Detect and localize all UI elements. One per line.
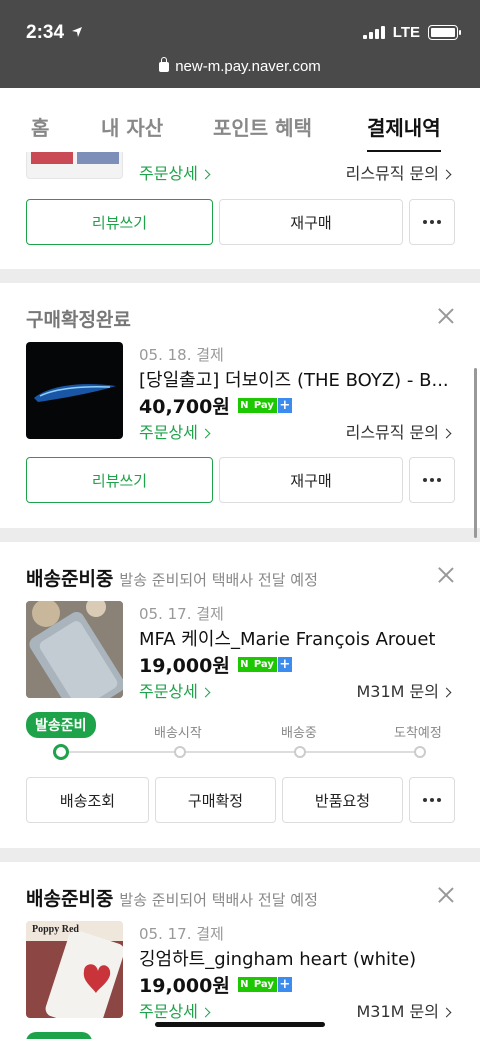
tab-bar: 홈 내 자산 포인트 혜택 결제내역 <box>0 88 480 153</box>
order-card: 주문상세 리스뮤직 문의 리뷰쓰기 재구매 <box>0 152 480 269</box>
close-icon[interactable] <box>438 567 454 583</box>
tracker-dot <box>294 746 306 758</box>
payment-date: 05. 17. 결제 <box>139 925 224 943</box>
home-indicator[interactable] <box>155 1022 325 1027</box>
tracker-dot-current <box>53 744 69 760</box>
review-button[interactable]: 리뷰쓰기 <box>26 199 213 245</box>
purchase-confirm-button[interactable]: 구매확정 <box>155 777 276 823</box>
seller-inquiry-link[interactable]: 리스뮤직 문의 <box>346 419 452 443</box>
npay-badge: N Pay + <box>237 657 292 672</box>
order-detail-link[interactable]: 주문상세 <box>139 419 211 443</box>
product-thumbnail[interactable]: Poppy Red <box>26 921 123 1018</box>
tab-point-benefits[interactable]: 포인트 혜택 <box>213 112 312 141</box>
product-name[interactable]: 깅엄하트_gingham heart (white) <box>139 945 459 971</box>
tab-home[interactable]: 홈 <box>31 112 49 141</box>
product-thumbnail[interactable] <box>26 152 123 179</box>
tracker-current-step: 발송준비 <box>26 712 96 738</box>
product-price: 19,000원 <box>139 975 230 997</box>
phone-case-image <box>26 601 123 698</box>
seller-inquiry-link[interactable]: M31M 문의 <box>357 678 452 702</box>
chevron-right-icon <box>200 687 211 698</box>
delivery-tracking-button[interactable]: 배송조회 <box>26 777 149 823</box>
order-card: 구매확정완료 05. 18. 결제 [당일출고] 더보이즈 (THE BOYZ)… <box>0 283 480 528</box>
payment-date: 05. 17. 결제 <box>139 605 224 623</box>
chevron-right-icon <box>200 1007 211 1018</box>
order-list: 주문상세 리스뮤직 문의 리뷰쓰기 재구매 구매확정완료 05. 18. 결제 … <box>0 152 480 1039</box>
tracker-step-label: 배송중 <box>281 726 317 741</box>
tracker-step-label: 도착예정 <box>394 726 442 741</box>
chevron-right-icon <box>441 1007 452 1018</box>
more-dots-icon <box>423 478 441 482</box>
seller-inquiry-link[interactable]: M31M 문의 <box>357 998 452 1022</box>
payment-date: 05. 18. 결제 <box>139 346 224 364</box>
order-detail-link[interactable]: 주문상세 <box>139 678 211 702</box>
battery-icon <box>428 25 461 40</box>
order-detail-link[interactable]: 주문상세 <box>139 998 211 1022</box>
more-dots-icon <box>423 798 441 802</box>
chevron-right-icon <box>441 428 452 439</box>
status-bar: 2:34 LTE new-m.pay.naver.com <box>0 0 480 88</box>
npay-badge: N Pay + <box>237 398 292 413</box>
close-icon[interactable] <box>438 308 454 324</box>
tab-my-assets[interactable]: 내 자산 <box>101 112 163 141</box>
tracker-step-label: 배송시작 <box>154 726 202 741</box>
review-button[interactable]: 리뷰쓰기 <box>26 457 213 503</box>
clock: 2:34 <box>26 22 83 44</box>
network-label: LTE <box>392 24 420 41</box>
location-arrow-icon <box>72 27 83 37</box>
gingham-heart-case-image <box>26 921 123 1018</box>
thumbnail-brand-text: Poppy Red <box>32 924 79 935</box>
more-button[interactable] <box>409 199 455 245</box>
more-button[interactable] <box>409 457 455 503</box>
tracker-dot <box>174 746 186 758</box>
url-bar[interactable]: new-m.pay.naver.com <box>0 57 480 75</box>
product-price: 19,000원 <box>139 655 230 677</box>
close-icon[interactable] <box>438 887 454 903</box>
tracker-current-step-partial <box>26 1032 92 1039</box>
scrollbar[interactable] <box>474 368 477 538</box>
order-card: 배송준비중 발송 준비되어 택배사 전달 예정 Poppy Red 05. 17.… <box>0 862 480 1039</box>
npay-badge: N Pay + <box>237 977 292 992</box>
order-detail-link[interactable]: 주문상세 <box>139 160 211 184</box>
delivery-tracker: 발송준비 배송시작 배송중 도착예정 <box>26 702 456 772</box>
chevron-right-icon <box>441 169 452 180</box>
order-status-description: 발송 준비되어 택배사 전달 예정 <box>119 891 318 909</box>
signal-icon <box>362 26 385 39</box>
chevron-right-icon <box>441 687 452 698</box>
product-thumbnail[interactable] <box>26 342 123 439</box>
product-price: 40,700원 <box>139 396 230 418</box>
more-button[interactable] <box>409 777 455 823</box>
order-status: 구매확정완료 <box>26 309 131 331</box>
order-status: 배송준비중 발송 준비되어 택배사 전달 예정 <box>26 568 318 590</box>
rebuy-button[interactable]: 재구매 <box>219 199 403 245</box>
return-request-button[interactable]: 반품요청 <box>282 777 403 823</box>
order-status: 배송준비중 발송 준비되어 택배사 전달 예정 <box>26 888 318 910</box>
seller-inquiry-link[interactable]: 리스뮤직 문의 <box>346 160 452 184</box>
tracker-dot <box>414 746 426 758</box>
lock-icon <box>159 57 170 72</box>
product-name[interactable]: MFA 케이스_Marie François Arouet <box>139 625 459 651</box>
product-name[interactable]: [당일출고] 더보이즈 (THE BOYZ) - B... <box>139 366 459 392</box>
tab-payment-history[interactable]: 결제내역 <box>367 112 441 153</box>
chevron-right-icon <box>200 428 211 439</box>
order-status-description: 발송 준비되어 택배사 전달 예정 <box>119 571 318 589</box>
album-cover-image <box>34 384 116 402</box>
more-dots-icon <box>423 220 441 224</box>
product-thumbnail[interactable] <box>26 601 123 698</box>
rebuy-button[interactable]: 재구매 <box>219 457 403 503</box>
order-card: 배송준비중 발송 준비되어 택배사 전달 예정 05. 17. 결제 MFA 케이… <box>0 542 480 848</box>
chevron-right-icon <box>200 169 211 180</box>
